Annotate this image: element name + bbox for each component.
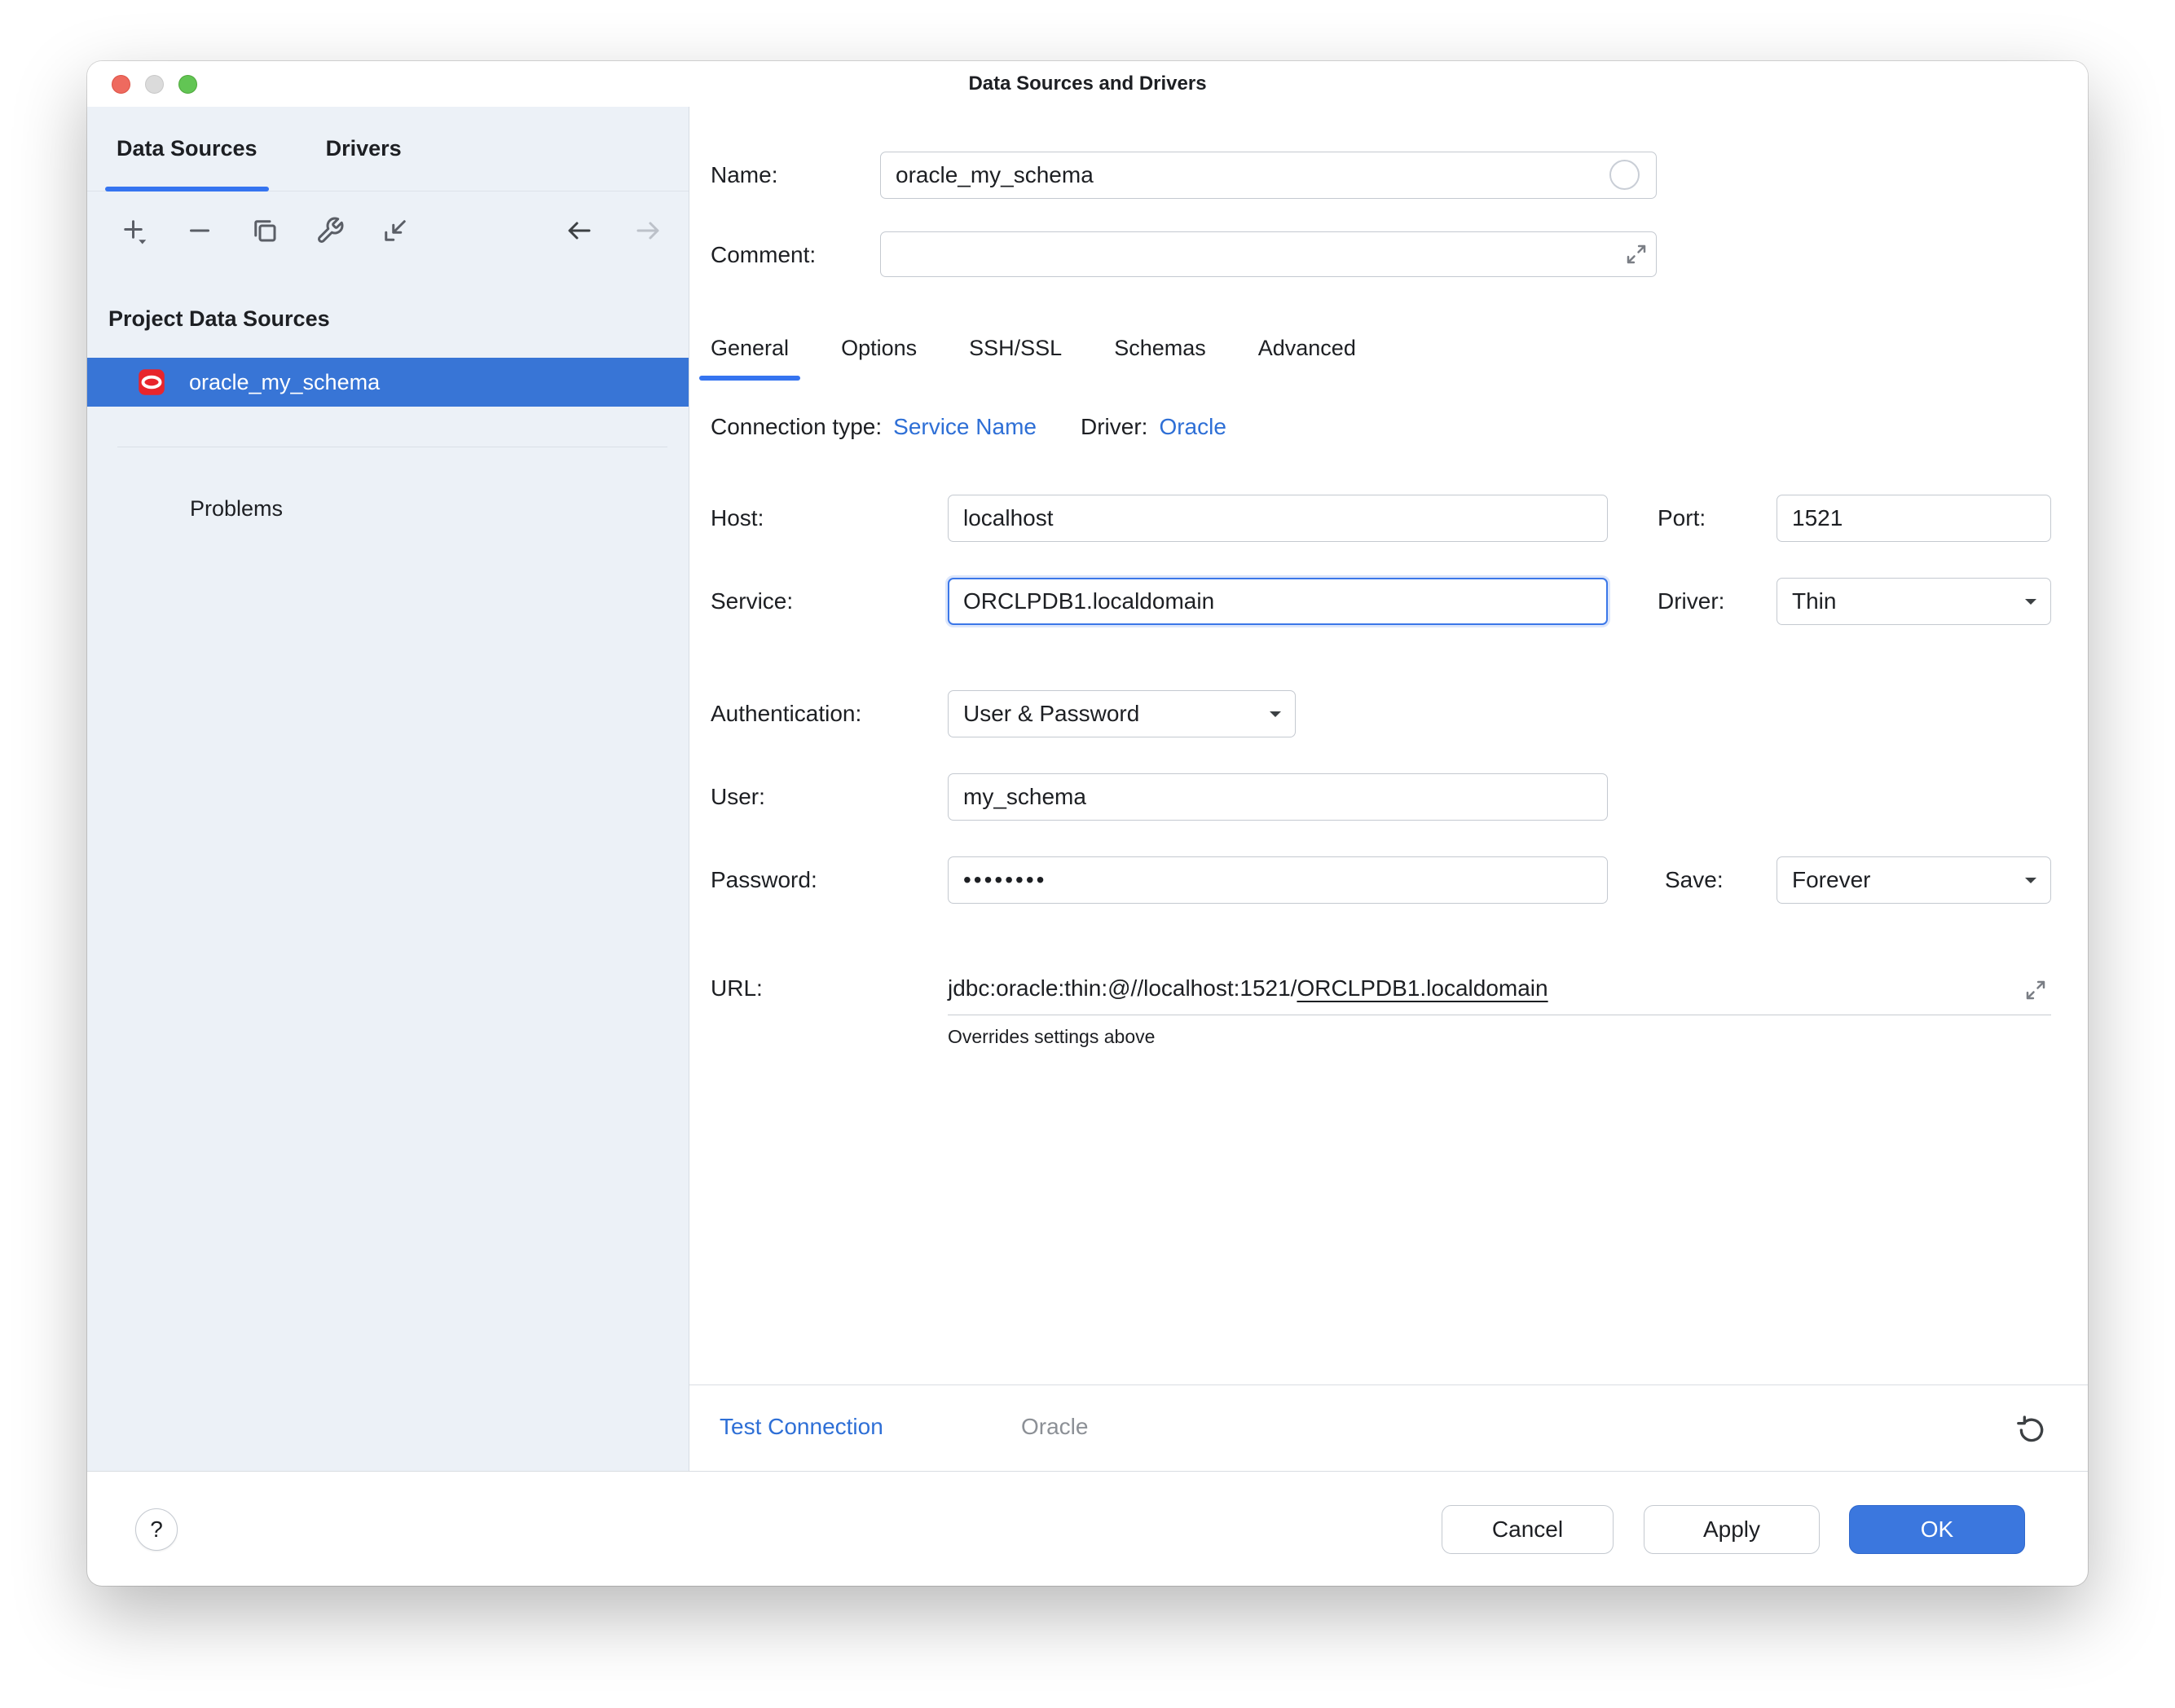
tab-drivers[interactable]: Drivers bbox=[326, 107, 402, 191]
duplicate-icon[interactable] bbox=[250, 216, 280, 245]
sidebar: Data Sources Drivers bbox=[87, 107, 689, 1471]
comment-field-wrap bbox=[880, 231, 1657, 277]
back-icon[interactable] bbox=[565, 216, 594, 245]
tab-general-label: General bbox=[711, 336, 789, 361]
authentication-label: Authentication: bbox=[711, 690, 861, 737]
name-input[interactable] bbox=[880, 152, 1657, 199]
sidebar-toolbar bbox=[87, 191, 689, 270]
port-label: Port: bbox=[1658, 495, 1706, 542]
close-window-button[interactable] bbox=[112, 75, 130, 94]
comment-label: Comment: bbox=[711, 231, 816, 279]
driver-link-label: Driver: bbox=[1081, 414, 1147, 440]
tab-drivers-label: Drivers bbox=[326, 136, 402, 161]
port-input[interactable] bbox=[1777, 495, 2051, 542]
problems-link[interactable]: Problems bbox=[87, 488, 689, 529]
save-select-value: Forever bbox=[1792, 867, 1870, 893]
data-sources-dialog: Data Sources and Drivers Data Sources Dr… bbox=[87, 61, 2088, 1586]
tab-ssh-ssl[interactable]: SSH/SSL bbox=[958, 315, 1073, 381]
expand-icon[interactable] bbox=[1624, 242, 1649, 266]
tab-advanced-label: Advanced bbox=[1258, 336, 1356, 361]
expand-icon[interactable] bbox=[2023, 978, 2048, 1002]
chevron-down-icon bbox=[1267, 708, 1283, 720]
connection-type-row: Connection type: Service Name Driver: Or… bbox=[711, 403, 1226, 451]
tab-data-sources-label: Data Sources bbox=[117, 136, 258, 161]
window-title: Data Sources and Drivers bbox=[968, 73, 1206, 95]
test-connection-link[interactable]: Test Connection bbox=[720, 1404, 883, 1450]
url-service-fragment[interactable]: ORCLPDB1.localdomain bbox=[1297, 975, 1548, 1001]
zoom-window-button[interactable] bbox=[178, 75, 197, 94]
host-input[interactable] bbox=[948, 495, 1608, 542]
remove-icon[interactable] bbox=[185, 216, 214, 245]
tab-general[interactable]: General bbox=[699, 315, 800, 381]
sidebar-nav-arrows bbox=[565, 216, 663, 245]
tab-data-sources[interactable]: Data Sources bbox=[117, 107, 258, 191]
chevron-down-icon bbox=[2023, 874, 2039, 886]
driver-label: Driver: bbox=[1658, 578, 1724, 625]
tab-schemas-label: Schemas bbox=[1114, 336, 1206, 361]
driver-name-text: Oracle bbox=[1021, 1404, 1088, 1450]
password-input[interactable] bbox=[948, 856, 1608, 904]
project-data-sources-header: Project Data Sources bbox=[87, 294, 689, 343]
ok-button[interactable]: OK bbox=[1849, 1505, 2025, 1554]
wrench-icon[interactable] bbox=[315, 216, 345, 245]
authentication-select-value: User & Password bbox=[963, 701, 1139, 727]
driver-select-value: Thin bbox=[1792, 588, 1836, 614]
chevron-down-icon bbox=[2023, 596, 2039, 607]
tab-ssh-ssl-label: SSH/SSL bbox=[969, 336, 1062, 361]
apply-button[interactable]: Apply bbox=[1644, 1505, 1820, 1554]
password-label: Password: bbox=[711, 856, 817, 904]
traffic-lights bbox=[112, 61, 197, 107]
footer-divider bbox=[87, 1471, 2088, 1472]
bottom-bar-divider bbox=[689, 1384, 2088, 1385]
driver-link[interactable]: Oracle bbox=[1159, 414, 1226, 440]
tab-schemas[interactable]: Schemas bbox=[1103, 315, 1217, 381]
connection-type-label: Connection type: bbox=[711, 414, 882, 440]
service-input[interactable] bbox=[948, 578, 1608, 625]
oracle-icon bbox=[137, 368, 166, 397]
save-label: Save: bbox=[1665, 856, 1724, 904]
driver-select[interactable]: Thin bbox=[1777, 578, 2051, 625]
name-label: Name: bbox=[711, 152, 777, 199]
user-label: User: bbox=[711, 773, 765, 821]
help-button-label: ? bbox=[150, 1517, 163, 1543]
revert-icon[interactable] bbox=[2015, 1414, 2048, 1446]
tab-advanced[interactable]: Advanced bbox=[1247, 315, 1367, 381]
data-source-item-label: oracle_my_schema bbox=[189, 370, 380, 395]
url-label: URL: bbox=[711, 965, 763, 1012]
authentication-select[interactable]: User & Password bbox=[948, 690, 1296, 737]
cancel-button[interactable]: Cancel bbox=[1442, 1505, 1614, 1554]
user-input[interactable] bbox=[948, 773, 1608, 821]
add-icon[interactable] bbox=[120, 216, 149, 245]
host-label: Host: bbox=[711, 495, 764, 542]
url-prefix: jdbc:oracle:thin:@//localhost:1521/ bbox=[948, 975, 1297, 1001]
save-select[interactable]: Forever bbox=[1777, 856, 2051, 904]
import-icon[interactable] bbox=[381, 216, 410, 245]
refresh-indicator-icon bbox=[1609, 160, 1640, 190]
tab-options[interactable]: Options bbox=[830, 315, 928, 381]
form-tabbar: General Options SSH/SSL Schemas Advanced bbox=[699, 315, 1367, 381]
help-button[interactable]: ? bbox=[135, 1508, 178, 1551]
titlebar: Data Sources and Drivers bbox=[87, 61, 2088, 107]
tab-options-label: Options bbox=[841, 336, 917, 361]
minimize-window-button[interactable] bbox=[145, 75, 164, 94]
url-hint: Overrides settings above bbox=[948, 1026, 1155, 1048]
sidebar-tabbar: Data Sources Drivers bbox=[87, 107, 689, 191]
forward-icon[interactable] bbox=[633, 216, 663, 245]
url-field[interactable]: jdbc:oracle:thin:@//localhost:1521/ORCLP… bbox=[948, 965, 2051, 1015]
comment-input[interactable] bbox=[880, 231, 1657, 277]
data-source-item-oracle-my-schema[interactable]: oracle_my_schema bbox=[87, 358, 689, 407]
service-label: Service: bbox=[711, 578, 793, 625]
connection-type-link[interactable]: Service Name bbox=[893, 414, 1037, 440]
